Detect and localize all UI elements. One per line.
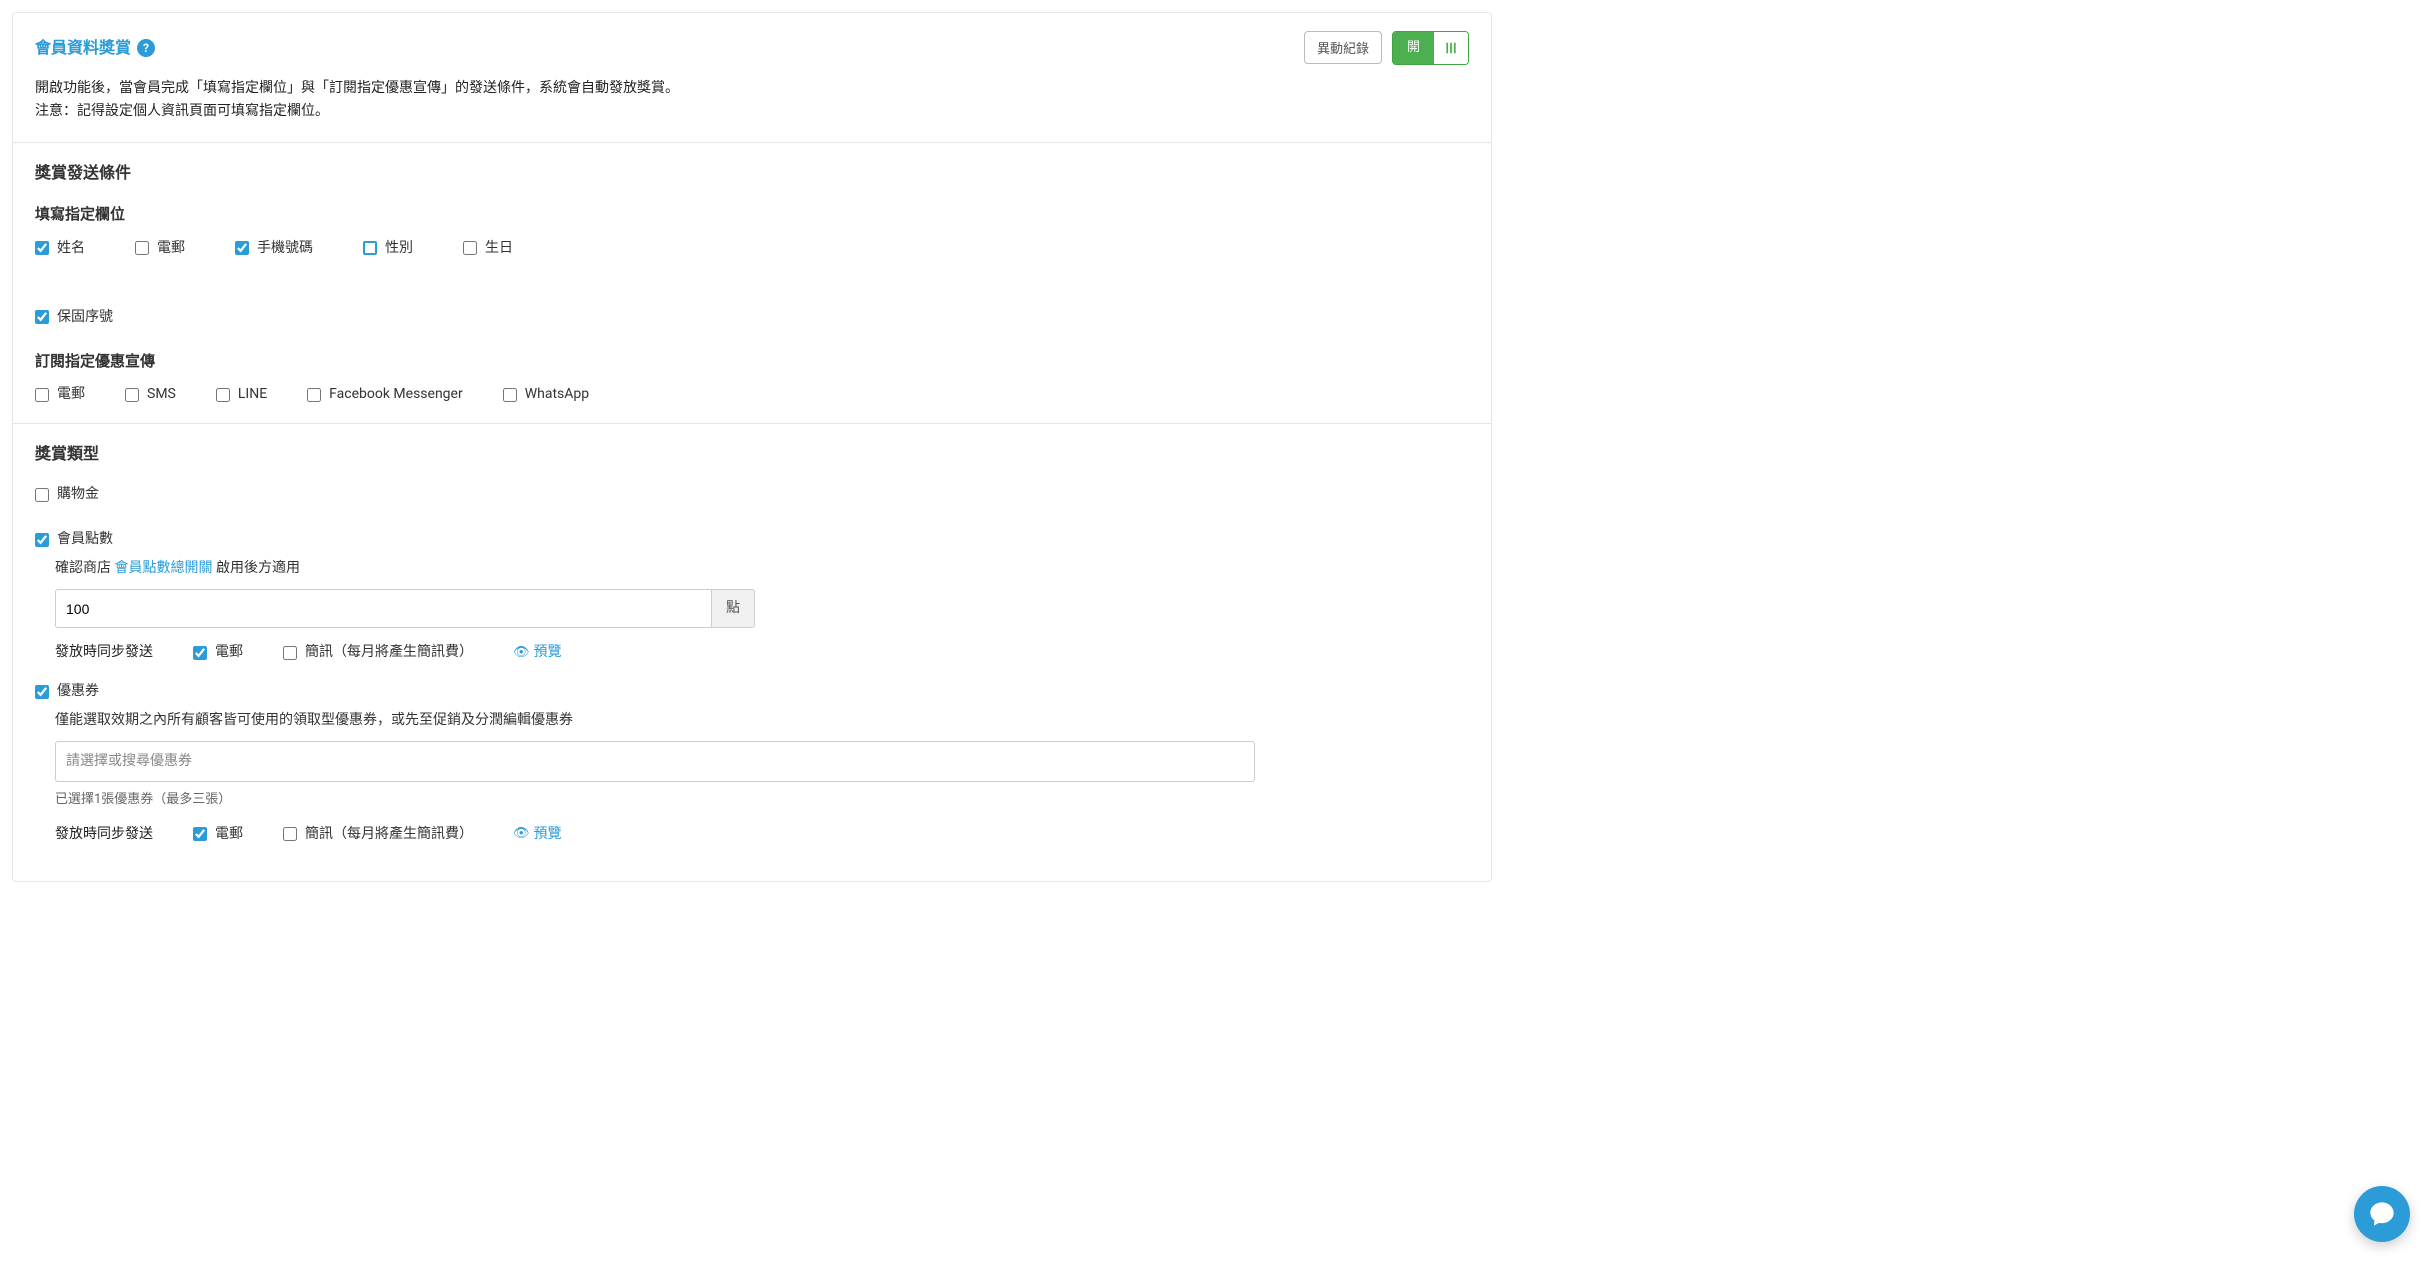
coupon-preview-link[interactable]: 👁預覽 <box>513 824 562 845</box>
field-email[interactable]: 電郵 <box>135 238 185 259</box>
sub-email[interactable]: 電郵 <box>35 384 85 405</box>
changelog-button[interactable]: 異動紀錄 <box>1304 31 1382 64</box>
points-hint: 確認商店 會員點數總開關 啟用後方適用 <box>55 558 1469 579</box>
coupon-hint: 僅能選取效期之內所有顧客皆可使用的領取型優惠券，或先至促銷及分潤編輯優惠券 <box>55 710 1469 731</box>
fill-fields-row: 姓名 電郵 手機號碼 性別 生日 保固序號 <box>35 238 1469 328</box>
title-text: 會員資料獎賞 <box>35 36 131 60</box>
reward-coupon-config: 僅能選取效期之內所有顧客皆可使用的領取型優惠券，或先至促銷及分潤編輯優惠券 請選… <box>55 710 1469 845</box>
reward-points[interactable]: 會員點數 <box>35 529 1469 550</box>
sub-sms[interactable]: SMS <box>125 384 176 405</box>
settings-card: 會員資料獎賞 ? 異動紀錄 開 開啟功能後，當會員完成「填寫指定欄位」與「訂閱指… <box>12 12 1492 882</box>
reward-coupon-checkbox[interactable] <box>35 685 49 699</box>
points-sync-email[interactable]: 電郵 <box>193 642 243 663</box>
desc-line-2: 注意：記得設定個人資訊頁面可填寫指定欄位。 <box>35 100 1469 124</box>
coupon-sync-email-checkbox[interactable] <box>193 827 207 841</box>
subscribe-heading: 訂閱指定優惠宣傳 <box>35 350 1469 373</box>
field-warranty[interactable]: 保固序號 <box>35 307 113 328</box>
sub-email-checkbox[interactable] <box>35 388 49 402</box>
coupon-sync-email[interactable]: 電郵 <box>193 824 243 845</box>
reward-credit-checkbox[interactable] <box>35 488 49 502</box>
field-gender-checkbox[interactable] <box>363 241 377 255</box>
coupon-sync-label: 發放時同步發送 <box>55 824 153 845</box>
points-input-group: 點 <box>55 589 755 628</box>
page-title: 會員資料獎賞 ? <box>35 36 155 60</box>
coupon-sync-sms[interactable]: 簡訊（每月將產生簡訊費） <box>283 824 473 845</box>
coupon-sync-sms-checkbox[interactable] <box>283 827 297 841</box>
sub-fbm-checkbox[interactable] <box>307 388 321 402</box>
reward-points-config: 確認商店 會員點數總開關 啟用後方適用 點 發放時同步發送 電郵 簡訊（每月將產… <box>55 558 1469 663</box>
eye-icon: 👁 <box>513 643 530 663</box>
sub-fbm[interactable]: Facebook Messenger <box>307 384 463 405</box>
coupon-select[interactable]: 請選擇或搜尋優惠券 <box>55 741 1255 782</box>
reward-coupon[interactable]: 優惠券 <box>35 681 1469 702</box>
chat-fab[interactable] <box>2354 1186 2410 1242</box>
toggle-on-label[interactable]: 開 <box>1393 32 1434 64</box>
reward-points-checkbox[interactable] <box>35 533 49 547</box>
points-sync-label: 發放時同步發送 <box>55 642 153 663</box>
points-preview-link[interactable]: 👁預覽 <box>513 642 562 663</box>
reward-credit-label: 購物金 <box>57 484 99 505</box>
points-value-input[interactable] <box>55 589 711 628</box>
rewards-section: 獎賞類型 購物金 會員點數 確認商店 會員點數總開關 啟用後方適用 點 發放時同… <box>13 424 1491 881</box>
field-name-checkbox[interactable] <box>35 241 49 255</box>
points-sync-sms[interactable]: 簡訊（每月將產生簡訊費） <box>283 642 473 663</box>
field-birthday[interactable]: 生日 <box>463 238 513 259</box>
desc-line-1: 開啟功能後，當會員完成「填寫指定欄位」與「訂閱指定優惠宣傳」的發送條件，系統會自… <box>35 77 1469 101</box>
field-phone[interactable]: 手機號碼 <box>235 238 313 259</box>
conditions-section: 獎賞發送條件 填寫指定欄位 姓名 電郵 手機號碼 性別 生日 保固序號 訂閱指定… <box>13 143 1491 424</box>
sub-line-checkbox[interactable] <box>216 388 230 402</box>
toggle-switch[interactable]: 開 <box>1392 31 1469 65</box>
field-gender[interactable]: 性別 <box>363 238 413 259</box>
help-icon[interactable]: ? <box>137 39 155 57</box>
reward-credit[interactable]: 購物金 <box>35 484 1469 505</box>
field-birthday-checkbox[interactable] <box>463 241 477 255</box>
toggle-bars-icon[interactable] <box>1434 32 1468 64</box>
sub-sms-checkbox[interactable] <box>125 388 139 402</box>
reward-coupon-label: 優惠券 <box>57 681 99 702</box>
reward-points-label: 會員點數 <box>57 529 113 550</box>
field-phone-checkbox[interactable] <box>235 241 249 255</box>
header-row: 會員資料獎賞 ? 異動紀錄 開 <box>35 31 1469 65</box>
field-email-checkbox[interactable] <box>135 241 149 255</box>
rewards-heading: 獎賞類型 <box>35 442 1469 466</box>
coupon-selected-count: 已選擇1張優惠券（最多三張） <box>55 790 1469 810</box>
fill-fields-heading: 填寫指定欄位 <box>35 203 1469 226</box>
points-sync-row: 發放時同步發送 電郵 簡訊（每月將產生簡訊費） 👁預覽 <box>55 642 1469 663</box>
header-section: 會員資料獎賞 ? 異動紀錄 開 開啟功能後，當會員完成「填寫指定欄位」與「訂閱指… <box>13 13 1491 143</box>
coupon-sync-row: 發放時同步發送 電郵 簡訊（每月將產生簡訊費） 👁預覽 <box>55 824 1469 845</box>
sub-whatsapp-checkbox[interactable] <box>503 388 517 402</box>
field-name[interactable]: 姓名 <box>35 238 85 259</box>
points-sync-email-checkbox[interactable] <box>193 646 207 660</box>
subscribe-row: 電郵 SMS LINE Facebook Messenger WhatsApp <box>35 384 1469 405</box>
field-warranty-checkbox[interactable] <box>35 310 49 324</box>
points-sync-sms-checkbox[interactable] <box>283 646 297 660</box>
chat-icon <box>2368 1200 2396 1228</box>
eye-icon: 👁 <box>513 824 530 844</box>
header-actions: 異動紀錄 開 <box>1304 31 1469 65</box>
points-toggle-link[interactable]: 會員點數總開關 <box>114 560 212 576</box>
sub-whatsapp[interactable]: WhatsApp <box>503 384 589 405</box>
description: 開啟功能後，當會員完成「填寫指定欄位」與「訂閱指定優惠宣傳」的發送條件，系統會自… <box>35 77 1469 125</box>
conditions-heading: 獎賞發送條件 <box>35 161 1469 185</box>
sub-line[interactable]: LINE <box>216 384 267 405</box>
points-unit: 點 <box>711 589 755 628</box>
